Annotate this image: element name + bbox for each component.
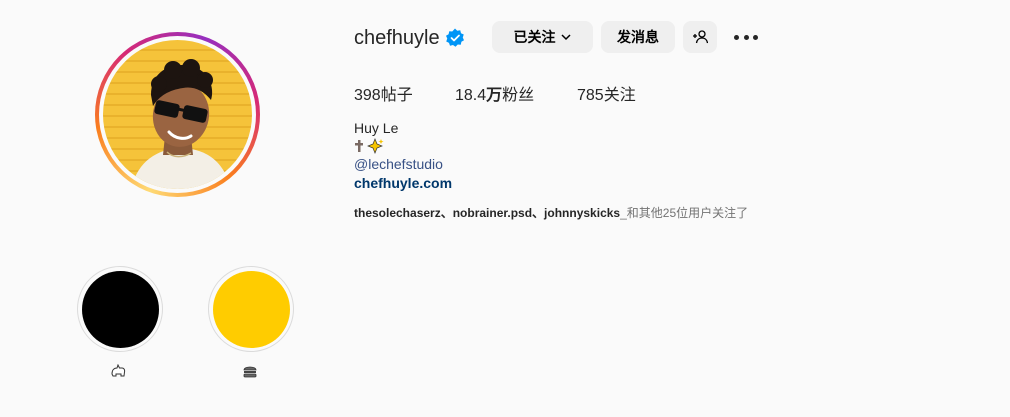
mention-link[interactable]: @lechefstudio bbox=[354, 156, 443, 172]
posts-label: 帖子 bbox=[380, 87, 413, 104]
cross-emoji-icon bbox=[355, 140, 363, 152]
posts-stat: 398帖子 bbox=[354, 81, 413, 105]
highlight-cover bbox=[212, 270, 290, 348]
website-link[interactable]: chefhuyle.com bbox=[354, 175, 452, 191]
add-user-button[interactable] bbox=[683, 21, 717, 53]
followers-unit: 万 bbox=[486, 87, 503, 104]
followers-count: 18.4 bbox=[455, 87, 487, 104]
followed-by-text[interactable]: thesolechaserz、nobrainer.psd、johnnyskick… bbox=[354, 204, 748, 221]
highlight-cover bbox=[81, 270, 159, 348]
posts-count: 398 bbox=[354, 87, 381, 104]
following-stat[interactable]: 785关注 bbox=[577, 81, 636, 105]
burger-emoji-icon bbox=[240, 362, 260, 380]
avatar-photo bbox=[131, 59, 231, 189]
username: chefhuyle bbox=[354, 27, 440, 49]
following-button[interactable]: 已关注 bbox=[492, 21, 593, 53]
add-user-icon bbox=[693, 30, 708, 44]
cat-emoji-graphic bbox=[111, 364, 126, 377]
avatar-gap bbox=[99, 36, 256, 193]
story-highlight-1[interactable] bbox=[77, 266, 163, 352]
cat-emoji-icon bbox=[108, 362, 128, 380]
verified-badge-icon bbox=[446, 28, 464, 47]
full-name: Huy Le bbox=[354, 120, 399, 136]
dot bbox=[743, 34, 749, 40]
dot bbox=[753, 34, 758, 40]
message-button-label: 发消息 bbox=[617, 29, 659, 45]
bio-emojis: ✝️✨ bbox=[354, 138, 384, 154]
following-count: 785 bbox=[577, 87, 604, 104]
following-label: 关注 bbox=[603, 87, 636, 104]
chevron-down-icon bbox=[560, 34, 571, 41]
followed-by-names: thesolechaserz、nobrainer.psd、johnnyskick… bbox=[354, 206, 621, 220]
followed-by-suffix: _和其他25位用户关注了 bbox=[620, 206, 749, 220]
avatar bbox=[103, 40, 252, 189]
following-button-label: 已关注 bbox=[513, 29, 556, 45]
burger-emoji-graphic bbox=[243, 366, 257, 378]
sparkles-emoji-icon bbox=[367, 138, 384, 154]
followers-label: 粉丝 bbox=[502, 87, 535, 104]
dot bbox=[734, 34, 739, 40]
story-highlight-2[interactable] bbox=[208, 266, 294, 352]
followers-stat[interactable]: 18.4万粉丝 bbox=[455, 81, 534, 105]
profile-avatar-ring[interactable] bbox=[95, 32, 260, 197]
more-options-icon[interactable] bbox=[734, 28, 758, 46]
message-button[interactable]: 发消息 bbox=[601, 21, 675, 53]
